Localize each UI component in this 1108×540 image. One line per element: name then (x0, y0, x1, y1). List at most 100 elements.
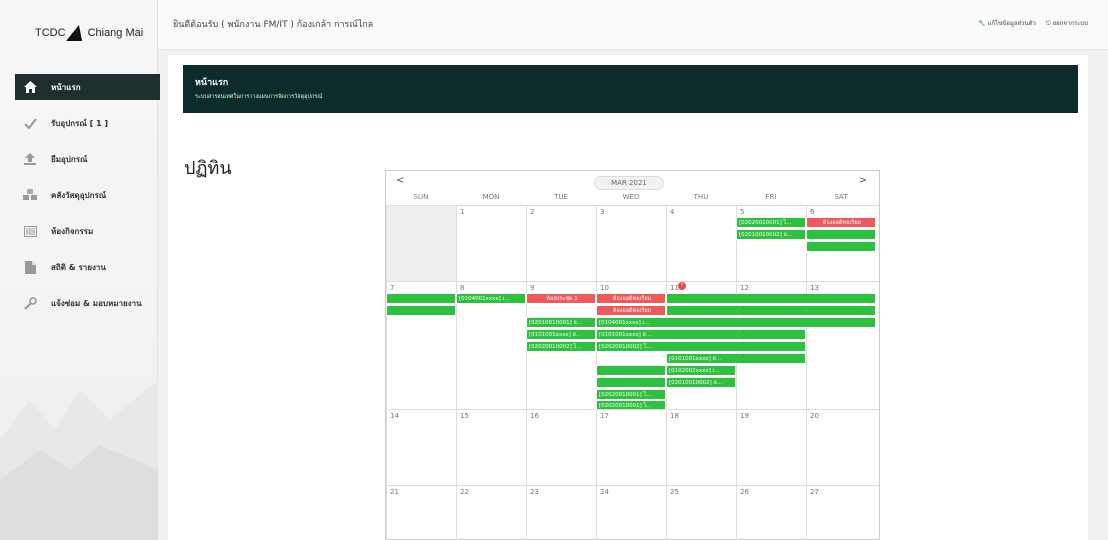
calendar-event[interactable] (596, 377, 666, 388)
calendar-event[interactable] (596, 365, 666, 376)
section-title: ปฏิทิน (184, 158, 232, 179)
calendar-event[interactable] (666, 293, 876, 304)
calendar-event[interactable]: [0101001xxxx] ส... (526, 329, 596, 340)
calendar-event-room[interactable]: ห้องออดิทอเรียม (596, 305, 666, 316)
sidebar-item-reports[interactable]: สถิติ & รายงาน (15, 254, 160, 280)
weekday-label: FRI (765, 193, 777, 201)
sidebar-item-label: รับอุปกรณ์ [ 1 ] (51, 118, 109, 128)
edit-profile-link[interactable]: 🔧 แก้ไขข้อมูลส่วนตัว (978, 18, 1036, 28)
calendar-day[interactable]: 27 (806, 486, 876, 540)
welcome-text: ยินดีต้อนรับ ( พนักงาน FM/IT ) ก้องเกล้า… (173, 20, 374, 30)
calendar-event[interactable]: [0104001xxxx] เ... (456, 293, 526, 304)
sidebar-item-label: ยืมอุปกรณ์ (51, 154, 88, 164)
calendar-next-button[interactable]: > (859, 175, 867, 186)
calendar-event[interactable]: [0104001xxxx] เ... (596, 317, 876, 328)
calendar-day[interactable]: 20 (806, 410, 876, 485)
banner-subtitle: ระบบสารสนเทศในการวางแผนการจัดการวัสดุอุป… (195, 94, 323, 100)
calendar-event[interactable]: [02010010002] จ... (666, 377, 736, 388)
calendar-day-empty (386, 206, 456, 281)
check-icon (21, 116, 39, 130)
mountain-background-image (0, 380, 158, 540)
sidebar: TCDC Chiang Mai หน้าแรก รับอุปกรณ์ [ 1 ]… (0, 0, 160, 540)
banner-title: หน้าแรก (195, 78, 229, 88)
weekday-label: SAT (834, 193, 848, 201)
calendar-event[interactable]: [0102002xxxx] เ... (666, 365, 736, 376)
logo-text-left: TCDC (35, 27, 66, 39)
sidebar-item-home[interactable]: หน้าแรก (15, 74, 160, 100)
sidebar-item-label: คลังวัสดุอุปกรณ์ (51, 190, 107, 200)
calendar-event-room[interactable]: ห้องออดิทอเรียม (596, 293, 666, 304)
sidebar-item-label: ห้องกิจกรรม (51, 226, 94, 236)
calendar-event[interactable] (386, 305, 456, 316)
weekday-label: THU (693, 193, 709, 201)
sidebar-item-receive[interactable]: รับอุปกรณ์ [ 1 ] (15, 110, 160, 136)
calendar-week: 14 15 16 17 18 19 20 (386, 409, 879, 485)
sidebar-nav: หน้าแรก รับอุปกรณ์ [ 1 ] ยืมอุปกรณ์ คลัง… (15, 74, 160, 326)
calendar-month-label: MAR 2021 (594, 176, 664, 190)
calendar-day[interactable]: 19 (736, 410, 806, 485)
calendar-day[interactable]: 21 (386, 486, 456, 540)
calendar-day[interactable]: 14 (386, 410, 456, 485)
calendar-day[interactable]: 17 (596, 410, 666, 485)
room-icon (21, 224, 39, 238)
calendar-event[interactable] (386, 293, 456, 304)
calendar-day[interactable]: 15 (456, 410, 526, 485)
calendar-event[interactable] (666, 305, 876, 316)
calendar-day[interactable]: 25 (666, 486, 736, 540)
calendar-week: 21 22 23 24 25 26 27 (386, 485, 879, 540)
logout-link[interactable]: ⎋ ออกจากระบบ (1046, 18, 1088, 28)
logout-label: ออกจากระบบ (1052, 20, 1088, 27)
page-banner: หน้าแรก ระบบสารสนเทศในการวางแผนการจัดการ… (183, 65, 1078, 113)
calendar-event[interactable]: [02020010001] ไ... (736, 217, 806, 228)
top-links: 🔧 แก้ไขข้อมูลส่วนตัว ⎋ ออกจากระบบ (978, 18, 1088, 28)
calendar-prev-button[interactable]: < (396, 175, 404, 186)
calendar-day[interactable]: 3 (596, 206, 666, 281)
calendar-header: < MAR 2021 > (386, 171, 879, 193)
vertical-scrollbar[interactable] (1082, 55, 1088, 540)
logo-text-right: Chiang Mai (87, 27, 144, 39)
calendar-day[interactable]: 4 (666, 206, 736, 281)
report-icon (21, 260, 39, 274)
calendar-day[interactable]: 26 (736, 486, 806, 540)
weekday-header: SUN MON TUE WED THU FRI SAT (386, 193, 879, 205)
edit-profile-label: แก้ไขข้อมูลส่วนตัว (987, 20, 1036, 27)
calendar-day[interactable]: 23 (526, 486, 596, 540)
sidebar-item-repair[interactable]: แจ้งซ่อม & มอบหมายงาน (15, 290, 160, 316)
cubes-icon (21, 188, 39, 202)
sidebar-item-rooms[interactable]: ห้องกิจกรรม (15, 218, 160, 244)
calendar-event[interactable]: [02020010002] ไ... (526, 341, 596, 352)
calendar-event[interactable] (806, 241, 876, 252)
calendar-day[interactable]: 24 (596, 486, 666, 540)
weekday-label: MON (482, 193, 500, 201)
top-bar: ยินดีต้อนรับ ( พนักงาน FM/IT ) ก้องเกล้า… (158, 0, 1108, 50)
upload-icon (21, 152, 39, 166)
home-icon (21, 80, 39, 94)
tcdc-logo[interactable]: TCDC Chiang Mai (35, 18, 155, 48)
sidebar-item-label: แจ้งซ่อม & มอบหมายงาน (51, 298, 142, 308)
calendar: < MAR 2021 > SUN MON TUE WED THU FRI SAT… (385, 170, 880, 540)
logout-icon: ⎋ (1045, 20, 1051, 27)
sidebar-item-borrow[interactable]: ยืมอุปกรณ์ (15, 146, 160, 172)
calendar-event-room[interactable]: ห้องออดิทอเรียม (806, 217, 876, 228)
logo-mark-icon (65, 25, 88, 41)
calendar-event[interactable]: [02010010002] จ... (736, 229, 806, 240)
wrench-small-icon: 🔧 (978, 20, 986, 27)
calendar-event[interactable]: [0101001xxxx] ส... (666, 353, 806, 364)
calendar-event[interactable]: [02010010001] จ... (526, 317, 596, 328)
calendar-day[interactable]: 16 (526, 410, 596, 485)
calendar-event[interactable]: [0101001xxxx] ส... (596, 329, 806, 340)
calendar-event[interactable]: [02020010002] ไ... (596, 341, 806, 352)
calendar-day[interactable]: 22 (456, 486, 526, 540)
calendar-day[interactable]: 18 (666, 410, 736, 485)
weekday-label: SUN (413, 193, 429, 201)
calendar-week: 1 2 3 4 5 6 [02020010001] ไ... ห้องออดิท… (386, 205, 879, 281)
calendar-event-room[interactable]: ห้องประชุม 1 (526, 293, 596, 304)
calendar-day[interactable]: 2 (526, 206, 596, 281)
sidebar-item-label: สถิติ & รายงาน (51, 262, 106, 272)
calendar-grid: 1 2 3 4 5 6 [02020010001] ไ... ห้องออดิท… (386, 205, 879, 540)
sidebar-item-inventory[interactable]: คลังวัสดุอุปกรณ์ (15, 182, 160, 208)
weekday-label: TUE (554, 193, 568, 201)
calendar-day[interactable]: 1 (456, 206, 526, 281)
calendar-event[interactable] (806, 229, 876, 240)
calendar-event[interactable]: [02020010001] ไ... (596, 389, 666, 400)
